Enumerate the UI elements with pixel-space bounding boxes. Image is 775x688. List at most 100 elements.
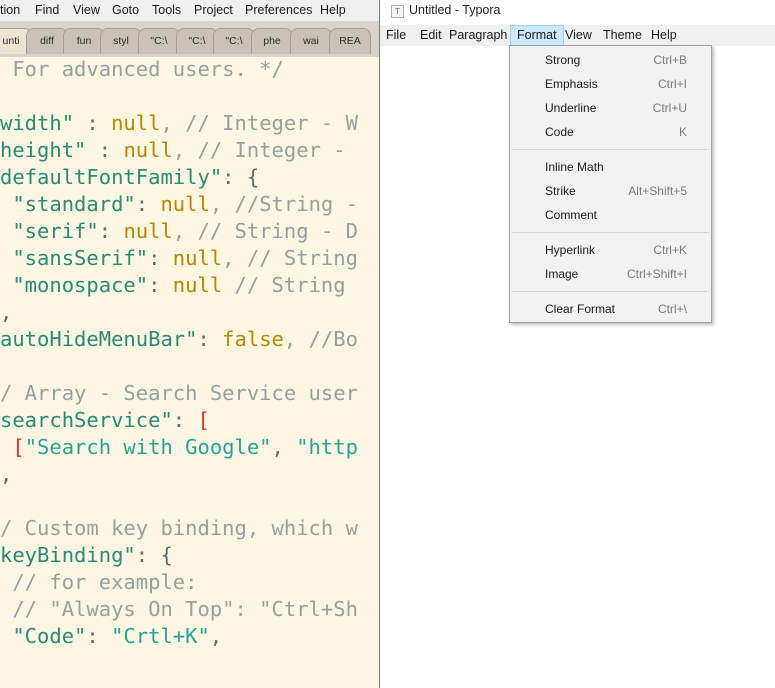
menu-item-shortcut: K (678, 125, 687, 139)
code-token: , // Integer - (172, 138, 358, 162)
code-line: "standard": null, //String - (0, 191, 370, 218)
code-token: , // String (222, 246, 358, 270)
editor-menu-goto[interactable]: Goto (112, 3, 139, 17)
code-token: / Custom key binding, which w (0, 516, 358, 540)
menu-item-label: Hyperlink (545, 243, 596, 257)
editor-menu-help[interactable]: Help (320, 3, 346, 17)
menu-item-inline-math[interactable]: Inline Math (510, 156, 711, 178)
code-line: / Custom key binding, which w (0, 515, 358, 542)
editor-tab[interactable]: fun (63, 28, 105, 54)
code-token: , // String - D (172, 219, 358, 243)
code-token: "Crtl+K" (111, 624, 210, 648)
code-token: : { (135, 543, 173, 567)
menu-view[interactable]: View (559, 25, 598, 46)
editor-menu-view[interactable]: View (73, 3, 100, 17)
menu-item-shortcut: Ctrl+B (653, 53, 687, 67)
menu-file[interactable]: File (380, 25, 412, 46)
editor-tab[interactable]: diff (26, 28, 68, 54)
menu-item-emphasis[interactable]: Emphasis Ctrl+I (510, 73, 711, 95)
code-line: height" : null, // Integer - (0, 137, 358, 164)
menu-item-shortcut: Ctrl+K (653, 243, 687, 257)
editor-tab[interactable]: "C:\ (176, 28, 218, 54)
editor-tab[interactable]: phe (251, 28, 293, 54)
code-line: For advanced users. */ (0, 57, 284, 83)
code-token: // "Always On Top": "Ctrl+Sh (0, 597, 358, 621)
code-token: / Array - Search Service user (0, 381, 358, 405)
code-token: : (172, 408, 198, 432)
code-token: null (123, 138, 173, 162)
code-token: , //Bo (283, 327, 358, 351)
editor-menu-preferences[interactable]: Preferences (245, 3, 312, 17)
code-editor-window: tion Find View Goto Tools Project Prefer… (0, 0, 379, 688)
menu-item-clear-format[interactable]: Clear Format Ctrl+\ (510, 298, 711, 320)
menu-item-label: Inline Math (545, 160, 604, 174)
code-token: [ (197, 408, 210, 432)
editor-menu-project[interactable]: Project (194, 3, 233, 17)
format-dropdown-menu: Strong Ctrl+B Emphasis Ctrl+I Underline … (509, 45, 712, 323)
menu-item-image[interactable]: Image Ctrl+Shift+I (510, 263, 711, 285)
code-token: : { (222, 165, 260, 189)
code-token: : (197, 327, 223, 351)
menu-separator (512, 291, 709, 292)
code-token: width" (0, 111, 75, 135)
menu-separator (512, 149, 709, 150)
code-token: : (86, 624, 112, 648)
menu-item-strong[interactable]: Strong Ctrl+B (510, 49, 711, 71)
code-line: , (0, 299, 12, 326)
menu-separator (512, 232, 709, 233)
code-token: // for example: (0, 570, 198, 594)
code-token: , (271, 435, 297, 459)
menu-item-label: Image (545, 267, 579, 281)
menu-paragraph[interactable]: Paragraph (443, 25, 513, 46)
editor-menubar: tion Find View Goto Tools Project Prefer… (0, 0, 379, 21)
menu-item-hyperlink[interactable]: Hyperlink Ctrl+K (510, 239, 711, 261)
code-token: false (222, 327, 284, 351)
menu-item-shortcut: Ctrl+I (657, 77, 687, 91)
code-token: , (0, 678, 12, 688)
code-token: : (135, 192, 161, 216)
editor-tab[interactable]: "C:\ (213, 28, 255, 54)
menu-help[interactable]: Help (645, 25, 683, 46)
code-token: null (172, 273, 223, 297)
code-token: "http (296, 435, 358, 459)
code-token: "monospace" (0, 273, 149, 297)
code-token: , //String - (209, 192, 371, 216)
editor-menu-selection[interactable]: tion (0, 3, 20, 17)
code-line: / Array - Search Service user (0, 380, 358, 407)
menu-theme[interactable]: Theme (597, 25, 648, 46)
menu-item-shortcut: Alt+Shift+5 (628, 184, 687, 198)
code-token: , (0, 462, 13, 486)
code-token: height" (0, 138, 87, 162)
menu-item-shortcut: Ctrl+\ (657, 302, 687, 316)
menu-item-strike[interactable]: Strike Alt+Shift+5 (510, 180, 711, 202)
code-token: defaultFontFamily" (0, 165, 223, 189)
code-token: "standard" (0, 192, 136, 216)
editor-tab[interactable]: wai (290, 28, 332, 54)
editor-tab[interactable]: "C:\ (138, 28, 180, 54)
menu-item-underline[interactable]: Underline Ctrl+U (510, 97, 711, 119)
editor-menu-tools[interactable]: Tools (152, 3, 181, 17)
code-token: : (86, 138, 124, 162)
code-token: null (172, 246, 223, 270)
menu-item-code[interactable]: Code K (510, 121, 711, 143)
code-line: // for example: (0, 569, 197, 596)
code-text-area[interactable]: For advanced users. */width" : null, // … (0, 57, 379, 688)
editor-tab[interactable]: styl (100, 28, 142, 54)
editor-tab[interactable]: REA (329, 28, 371, 54)
editor-menu-find[interactable]: Find (35, 3, 59, 17)
code-line: // "Always On Top": "Ctrl+Sh (0, 596, 358, 623)
code-line: , (0, 461, 12, 488)
code-token: "Code" (0, 624, 87, 648)
typora-title-bar: T Untitled - Typora (380, 0, 775, 24)
code-token: : (74, 111, 112, 135)
code-line: searchService": [ (0, 407, 210, 434)
menu-format[interactable]: Format (510, 25, 564, 46)
menu-item-comment[interactable]: Comment (510, 204, 711, 226)
menu-item-label: Emphasis (545, 77, 598, 91)
menu-item-label: Underline (545, 101, 597, 115)
code-token: For advanced users. */ (0, 57, 284, 81)
code-token: [ (12, 435, 25, 459)
menu-item-label: Strong (545, 53, 581, 67)
code-token: : (148, 246, 173, 270)
